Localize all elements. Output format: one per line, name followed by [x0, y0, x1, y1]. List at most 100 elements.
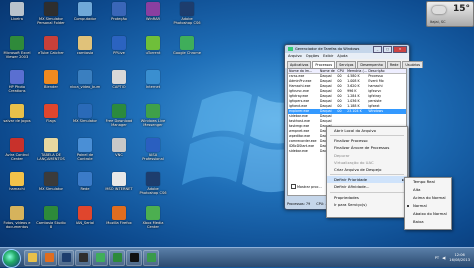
menu-exibir[interactable]: Exibir: [323, 54, 333, 58]
close-button[interactable]: ✕: [393, 46, 407, 53]
desktop-icon[interactable]: TABELA DE LANÇAMENTOS: [36, 138, 66, 170]
priority-option[interactable]: Acima do Normal: [405, 194, 451, 202]
taskbar-button-cmd[interactable]: [126, 250, 142, 266]
language-indicator[interactable]: PT: [435, 256, 439, 260]
tab[interactable]: Usuários: [402, 61, 424, 68]
app-icon: [10, 172, 24, 186]
desktop-icon[interactable]: salvar de jogos: [2, 104, 32, 136]
context-menu-item[interactable]: Criar Arquivo de Despejo: [327, 166, 407, 173]
column-header[interactable]: Descrição: [367, 69, 406, 73]
priority-option[interactable]: Alta: [405, 186, 451, 194]
desktop-icon[interactable]: MX Simulator Personal Folder: [36, 2, 66, 34]
priority-option[interactable]: Abaixo do Normal: [405, 210, 451, 218]
desktop-icon[interactable]: Computador: [70, 2, 100, 34]
app-icon: [146, 172, 160, 186]
desktop-icon[interactable]: CAPTIO: [104, 70, 134, 102]
clock[interactable]: 12:06 16/08/2013: [449, 253, 470, 262]
desktop-icon[interactable]: Fotos, vídeos e documentos: [2, 206, 32, 238]
camtasia-icon: [112, 253, 122, 262]
maximize-button[interactable]: □: [383, 46, 392, 53]
taskbar-button-photoshop[interactable]: [58, 250, 74, 266]
desktop-icon[interactable]: Rede: [70, 172, 100, 204]
desktop-icon[interactable]: Adobe Photoshop CS6: [172, 2, 202, 34]
desktop-icon[interactable]: hamachi: [2, 172, 32, 204]
tab[interactable]: Processos: [312, 61, 336, 68]
context-menu-item[interactable]: Ir para Serviço(s): [327, 201, 407, 208]
menu-separator: [330, 135, 404, 137]
desktop-icon-label: eTube Catcher: [38, 51, 64, 55]
context-menu-item[interactable]: Propriedades: [327, 194, 407, 201]
tab[interactable]: Rede: [386, 61, 402, 68]
desktop-icon[interactable]: Painel de Controle: [70, 138, 100, 170]
desktop-icon[interactable]: Avira Control Center: [2, 138, 32, 170]
priority-option[interactable]: Tempo Real: [405, 178, 451, 186]
app-icon: [146, 138, 160, 152]
weather-gadget[interactable]: 15° Itajai, SC: [426, 1, 474, 27]
menu-arquivo[interactable]: Arquivo: [288, 54, 302, 58]
desktop-icon[interactable]: Xbox Media Center: [138, 206, 168, 238]
desktop-icon-label: Rede: [80, 187, 90, 191]
table-cell: sidebar.exe: [289, 149, 308, 153]
taskbar-button-mx-simulator[interactable]: [75, 250, 91, 266]
desktop-icon[interactable]: camtasia: [70, 36, 100, 68]
taskbar-button-chrome[interactable]: [92, 250, 108, 266]
desktop-icon[interactable]: Google Chrome: [172, 36, 202, 68]
minimize-button[interactable]: _: [373, 46, 382, 53]
menu-opcoes[interactable]: Opções: [306, 54, 319, 58]
app-icon: [112, 172, 126, 186]
taskbar-button-task-manager[interactable]: [143, 250, 159, 266]
tab[interactable]: Serviços: [336, 61, 357, 68]
desktop-icon[interactable]: Free Download Manager: [104, 104, 134, 136]
taskbar-button-camtasia[interactable]: [109, 250, 125, 266]
desktop-icon[interactable]: Blender: [36, 70, 66, 102]
desktop-icon[interactable]: MX Simulator: [36, 172, 66, 204]
desktop-icon[interactable]: Proteção: [104, 2, 134, 34]
context-menu-item[interactable]: Definir Prioridade▸: [327, 176, 407, 184]
column-header[interactable]: Memória (...: [346, 69, 367, 73]
desktop-icon[interactable]: IAN_Serial: [70, 206, 100, 238]
title-bar[interactable]: Gerenciador de Tarefas do Windows _ □ ✕: [285, 45, 409, 53]
context-menu-item[interactable]: Definir Afinidade...: [327, 183, 407, 190]
desktop-icon[interactable]: Mozilla Firefox: [104, 206, 134, 238]
volume-icon[interactable]: ◀): [442, 256, 446, 260]
desktop-icon[interactable]: Internet: [138, 70, 168, 102]
show-all-processes-checkbox[interactable]: Mostrar proc...: [291, 184, 322, 189]
desktop-icon[interactable]: HP Photo Creations: [2, 70, 32, 102]
desktop-icon[interactable]: nbca_video_bum: [70, 70, 100, 102]
menu-ajuda[interactable]: Ajuda: [337, 54, 347, 58]
tab-strip: Aplicativos Processos Serviços Desempenho Re…: [285, 59, 424, 68]
app-icon: [112, 36, 126, 50]
start-button[interactable]: [2, 249, 21, 268]
context-menu-item[interactable]: Finalizar Processo: [327, 137, 407, 144]
menu-item-label: Definir Afinidade...: [334, 184, 370, 190]
column-header[interactable]: Nome da Im...: [288, 69, 319, 73]
desktop-icon[interactable]: MX Simulator: [70, 104, 100, 136]
priority-option[interactable]: Normal: [405, 202, 451, 210]
tab[interactable]: Aplicativos: [287, 61, 312, 68]
desktop-icon[interactable]: MSO INTERNET: [104, 172, 134, 204]
column-header[interactable]: Nome de Us...: [319, 69, 336, 73]
desktop-icon[interactable]: eTube Catcher: [36, 36, 66, 68]
app-icon: [44, 104, 58, 118]
desktop-icon[interactable]: Windows Live Messenger: [138, 104, 168, 136]
desktop-icon[interactable]: VNC: [104, 138, 134, 170]
desktop-icon-label: Windows Live Messenger: [140, 119, 166, 127]
app-icon: [78, 70, 92, 84]
priority-option[interactable]: Baixa: [405, 218, 451, 226]
desktop-icon[interactable]: Lixeira: [2, 2, 32, 34]
tab[interactable]: Desempenho: [357, 61, 386, 68]
column-header[interactable]: CPU: [336, 69, 346, 73]
desktop-icon[interactable]: Adobe Photoshop CS6: [138, 172, 168, 204]
desktop-icon[interactable]: uTorrent: [138, 36, 168, 68]
desktop-icon[interactable]: Flags: [36, 104, 66, 136]
desktop-icon[interactable]: WinRAR: [138, 2, 168, 34]
desktop-icon[interactable]: Microsoft Excel Viewer 2003: [2, 36, 32, 68]
taskbar-button-explorer[interactable]: [24, 250, 40, 266]
context-menu-item[interactable]: Abrir Local do Arquivo: [327, 127, 407, 134]
checkbox-box[interactable]: [291, 184, 296, 189]
desktop-icon[interactable]: PPLive: [104, 36, 134, 68]
taskbar-button-firefox[interactable]: [41, 250, 57, 266]
desktop-icon[interactable]: Camtasia Studio 8: [36, 206, 66, 238]
desktop-icon[interactable]: IASA Professional: [138, 138, 168, 170]
context-menu-item[interactable]: Finalizar Árvore de Processos: [327, 144, 407, 151]
